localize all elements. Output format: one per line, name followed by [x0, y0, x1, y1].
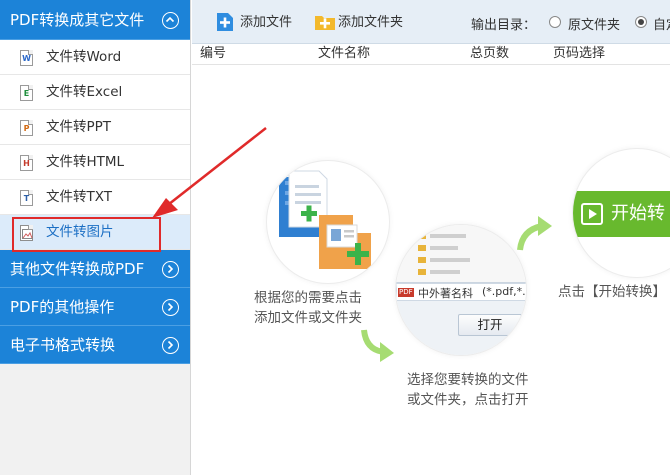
category-label: PDF的其他操作	[10, 298, 115, 316]
dialog-open-button: 打开	[458, 314, 522, 336]
column-header[interactable]: 编号	[200, 44, 226, 64]
category-label: PDF转换成其它文件	[10, 11, 145, 29]
column-header[interactable]: 总页数	[470, 44, 509, 64]
add-folder-icon	[314, 12, 335, 32]
chevron-right-icon	[162, 261, 179, 278]
highlight-box	[12, 217, 161, 252]
excel-file-icon: E	[20, 85, 33, 101]
add-file-icon	[216, 12, 234, 32]
pdf-badge: PDF	[398, 288, 414, 297]
file-table-header: 编号 文件名称 总页数 页码选择	[192, 44, 670, 65]
category-pdf-other-ops[interactable]: PDF的其他操作	[0, 288, 190, 326]
step2-illustration: PDF 中外著名科 (*.pdf,*. 打开	[395, 224, 527, 356]
dialog-filename-text: 中外著名科	[418, 287, 473, 300]
step2-caption-line: 或文件夹，点击打开	[407, 392, 529, 408]
sidebar-item-label: 文件转Excel	[46, 84, 123, 100]
step3-caption: 点击【开始转换】	[558, 282, 666, 302]
step1-illustration	[266, 160, 390, 284]
guide-area: 根据您的需要点击 添加文件或文件夹 PDF 中外著名科 (*.pdf,*. 打开…	[192, 66, 670, 475]
txt-file-icon: T	[20, 190, 33, 206]
sidebar-item-label: 文件转Word	[46, 49, 122, 65]
dialog-filter-text: (*.pdf,*.	[482, 285, 526, 298]
category-other-to-pdf[interactable]: 其他文件转换成PDF	[0, 250, 190, 288]
sidebar-item-to-word[interactable]: W 文件转Word	[0, 40, 190, 75]
green-arrow-icon	[361, 329, 394, 362]
column-header[interactable]: 文件名称	[318, 44, 370, 64]
sidebar-item-to-excel[interactable]: E 文件转Excel	[0, 75, 190, 110]
step1-caption: 根据您的需要点击 添加文件或文件夹	[254, 288, 362, 328]
radio-custom-folder[interactable]	[635, 16, 647, 28]
add-file-label: 添加文件	[240, 15, 293, 30]
step2-caption-line: 选择您要转换的文件	[407, 372, 529, 388]
category-label: 电子书格式转换	[10, 336, 116, 354]
category-ebook-convert[interactable]: 电子书格式转换	[0, 326, 190, 364]
green-arrow-icon	[517, 216, 552, 251]
sidebar-item-label: 文件转HTML	[46, 154, 125, 170]
step3-illustration: 开始转	[572, 148, 670, 278]
radio-custom-folder-label: 自定	[653, 18, 670, 33]
add-files-illustration-icon	[279, 170, 371, 269]
html-file-icon: H	[20, 155, 33, 171]
add-folder-label: 添加文件夹	[338, 15, 404, 30]
sidebar-item-label: 文件转PPT	[46, 119, 112, 135]
step1-caption-line: 添加文件或文件夹	[254, 310, 362, 326]
play-icon	[581, 203, 603, 225]
output-dir-label: 输出目录：	[471, 18, 537, 33]
category-label: 其他文件转换成PDF	[10, 260, 145, 278]
ppt-file-icon: P	[20, 120, 33, 136]
add-file-button[interactable]: 添加文件	[216, 12, 306, 34]
chevron-right-icon	[162, 299, 179, 316]
chevron-right-icon	[162, 337, 179, 354]
sidebar-item-label: 文件转TXT	[46, 189, 113, 205]
radio-source-folder-label: 原文件夹	[568, 18, 621, 33]
chevron-up-icon	[162, 12, 179, 29]
step3-caption-line: 点击【开始转换】	[558, 284, 666, 300]
toolbar: 添加文件 添加文件夹 输出目录： 原文件夹 自定	[192, 0, 670, 44]
start-convert-label: 开始转	[611, 203, 665, 224]
step1-caption-line: 根据您的需要点击	[254, 290, 362, 306]
column-header[interactable]: 页码选择	[553, 44, 605, 64]
start-convert-button-illustration: 开始转	[573, 191, 670, 237]
category-pdf-to-other[interactable]: PDF转换成其它文件	[0, 0, 190, 40]
word-file-icon: W	[20, 50, 33, 66]
step2-caption: 选择您要转换的文件 或文件夹，点击打开	[407, 370, 529, 410]
add-folder-button[interactable]: 添加文件夹	[314, 12, 424, 34]
radio-source-folder[interactable]	[549, 16, 561, 28]
